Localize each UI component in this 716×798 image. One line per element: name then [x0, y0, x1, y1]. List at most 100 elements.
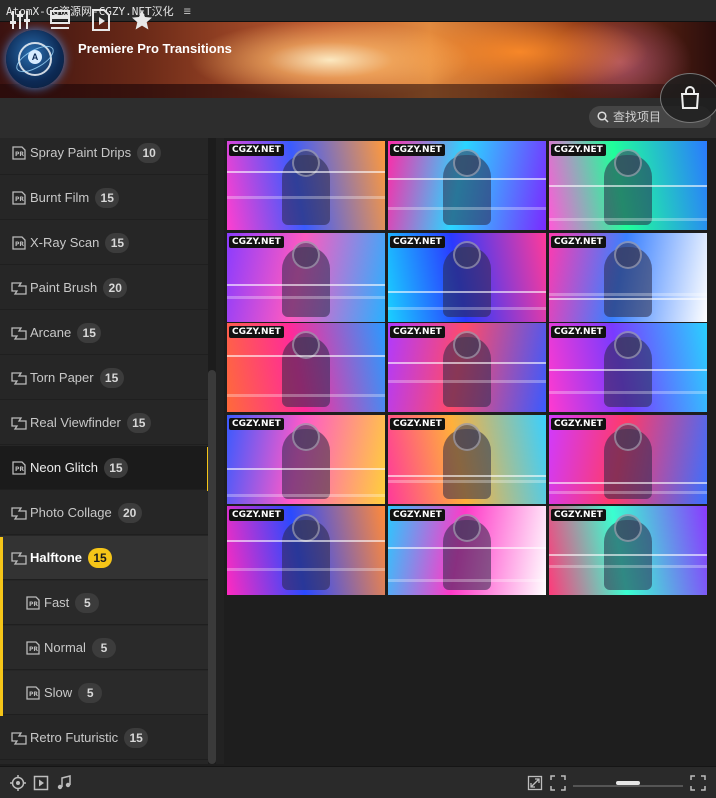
sidebar-item[interactable]: Retro Futuristic 15: [0, 716, 208, 760]
thumbnail-grid: CGZY.NET CGZY.NET CGZY.NET CGZY.NET CGZY.NET…: [224, 138, 716, 764]
preset-icon: PR: [12, 190, 26, 205]
zoom-slider-thumb[interactable]: [616, 781, 640, 785]
sidebar-scrollbar-thumb[interactable]: [208, 370, 216, 764]
svg-text:PR: PR: [15, 196, 24, 203]
count-badge: 5: [78, 682, 103, 703]
sidebar-item[interactable]: PR Fast 5: [0, 581, 208, 625]
zoom-slider-track[interactable]: [573, 785, 683, 787]
preset-icon: PR: [12, 145, 26, 160]
transition-thumbnail[interactable]: CGZY.NET: [388, 141, 546, 230]
watermark-label: CGZY.NET: [390, 326, 445, 338]
focus-icon[interactable]: [550, 775, 566, 791]
category-sidebar: PR Spray Paint Drips 10 PR Burnt Film 15 PR X-R…: [0, 138, 208, 764]
sidebar-item-label: Torn Paper: [30, 370, 94, 385]
transition-thumbnail[interactable]: CGZY.NET: [388, 415, 546, 504]
transition-thumbnail[interactable]: CGZY.NET: [549, 323, 707, 412]
sidebar-item-label: Paint Brush: [30, 280, 98, 295]
sidebar-item-label: Real Viewfinder: [30, 415, 121, 430]
transition-thumbnail[interactable]: CGZY.NET: [227, 506, 385, 595]
count-badge: 15: [105, 232, 130, 253]
sidebar-item-label: Spray Paint Drips: [30, 145, 132, 160]
sidebar-item-label: Neon Glitch: [30, 460, 98, 475]
sidebar-item[interactable]: PR Slow 5: [0, 671, 208, 715]
svg-text:PR: PR: [15, 466, 24, 473]
sidebar-item[interactable]: PR Spray Paint Drips 10: [0, 138, 208, 175]
hamburger-icon[interactable]: ≡: [184, 4, 191, 18]
sidebar-item[interactable]: Halftone 15: [0, 536, 208, 580]
count-badge: 5: [91, 637, 116, 658]
watermark-label: CGZY.NET: [551, 418, 606, 430]
panel-divider[interactable]: [216, 138, 224, 764]
expanded-group-indicator: [0, 537, 3, 716]
status-bar: [0, 766, 716, 798]
transition-thumbnail[interactable]: CGZY.NET: [227, 141, 385, 230]
target-icon[interactable]: [10, 775, 26, 791]
star-icon[interactable]: [130, 8, 154, 32]
sliders-icon[interactable]: [8, 8, 32, 32]
transition-thumbnail[interactable]: CGZY.NET: [549, 141, 707, 230]
shopping-bag-icon[interactable]: [660, 73, 716, 123]
count-badge: 15: [124, 727, 149, 748]
sidebar-item[interactable]: PR Normal 5: [0, 626, 208, 670]
list-icon[interactable]: [48, 8, 72, 32]
count-badge: 15: [77, 322, 102, 343]
transition-thumbnail[interactable]: CGZY.NET: [549, 506, 707, 595]
fullscreen-icon[interactable]: [690, 775, 706, 791]
sidebar-item[interactable]: Paint Brush 20: [0, 266, 208, 310]
count-badge: 5: [75, 592, 100, 613]
watermark-label: CGZY.NET: [551, 509, 606, 521]
transition-icon: [11, 326, 27, 340]
sidebar-item-label: Fast: [44, 595, 70, 610]
preset-icon: PR: [26, 595, 40, 610]
preset-icon: PR: [12, 460, 26, 475]
music-note-icon[interactable]: [56, 775, 72, 791]
sidebar-item-label: Retro Futuristic: [30, 730, 119, 745]
sidebar-item-label: Burnt Film: [30, 190, 90, 205]
sidebar-item[interactable]: PR Burnt Film 15: [0, 176, 208, 220]
sidebar-item[interactable]: Arcane 15: [0, 311, 208, 355]
watermark-label: CGZY.NET: [551, 326, 606, 338]
sidebar-item-label: Slow: [44, 685, 73, 700]
transition-icon: [11, 551, 27, 565]
watermark-label: CGZY.NET: [390, 144, 445, 156]
sidebar-item[interactable]: Torn Paper 15: [0, 356, 208, 400]
sidebar-item-label: Normal: [44, 640, 86, 655]
transition-icon: [11, 371, 27, 385]
svg-text:PR: PR: [15, 241, 24, 248]
count-badge: 15: [126, 412, 151, 433]
count-badge: 20: [117, 502, 142, 523]
sidebar-item[interactable]: PR Neon Glitch 15: [0, 446, 208, 490]
transition-icon: [11, 506, 27, 520]
transition-icon: [11, 281, 27, 295]
svg-text:PR: PR: [29, 646, 38, 653]
play-box-icon[interactable]: [33, 775, 49, 791]
transition-thumbnail[interactable]: CGZY.NET: [549, 415, 707, 504]
watermark-label: CGZY.NET: [390, 236, 445, 248]
count-badge: 15: [95, 187, 120, 208]
transition-thumbnail[interactable]: CGZY.NET: [388, 323, 546, 412]
sidebar-item[interactable]: PR X-Ray Scan 15: [0, 221, 208, 265]
watermark-label: CGZY.NET: [229, 509, 284, 521]
sidebar-item-label: Halftone: [30, 550, 82, 565]
transition-thumbnail[interactable]: CGZY.NET: [227, 415, 385, 504]
logo-letter: A: [28, 50, 42, 64]
watermark-label: CGZY.NET: [229, 144, 284, 156]
transition-icon: [11, 731, 27, 745]
transition-thumbnail[interactable]: CGZY.NET: [388, 233, 546, 322]
transition-thumbnail[interactable]: CGZY.NET: [388, 506, 546, 595]
expand-icon[interactable]: [527, 775, 543, 791]
count-badge: 15: [88, 547, 112, 568]
watermark-label: CGZY.NET: [229, 326, 284, 338]
transition-thumbnail[interactable]: CGZY.NET: [549, 233, 707, 322]
video-file-icon[interactable]: [89, 8, 113, 32]
sidebar-item-label: Photo Collage: [30, 505, 112, 520]
sidebar-item[interactable]: Photo Collage 20: [0, 491, 208, 535]
sidebar-item[interactable]: Real Viewfinder 15: [0, 401, 208, 445]
transition-thumbnail[interactable]: CGZY.NET: [227, 233, 385, 322]
svg-text:PR: PR: [15, 151, 24, 158]
banner-title: Premiere Pro Transitions: [78, 41, 232, 56]
header-banner: [0, 22, 716, 98]
watermark-label: CGZY.NET: [551, 144, 606, 156]
atomx-logo[interactable]: A: [6, 30, 64, 88]
transition-thumbnail[interactable]: CGZY.NET: [227, 323, 385, 412]
